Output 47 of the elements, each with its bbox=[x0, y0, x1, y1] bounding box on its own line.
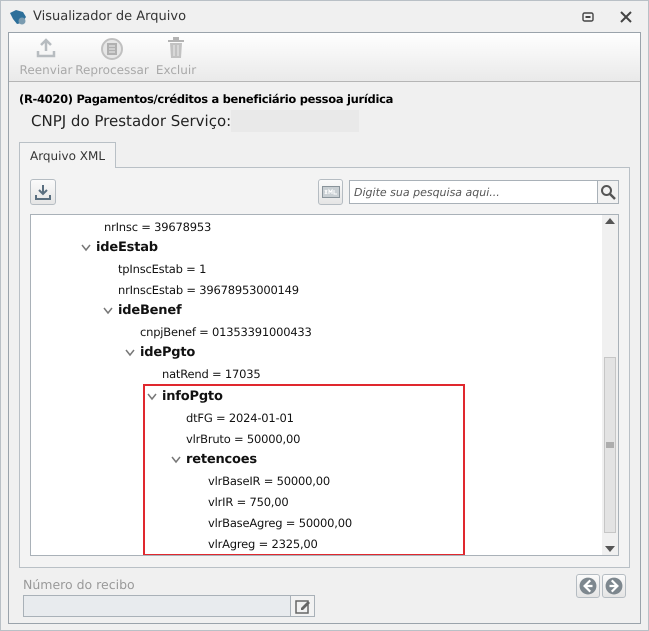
tree-leaf: vlrBaseAgreg = 50000,00 bbox=[208, 516, 352, 530]
tree-leaf: cnpjBenef = 01353391000433 bbox=[140, 324, 312, 338]
tree-leaf: tpInscEstab = 1 bbox=[118, 262, 206, 276]
receipt-label: Número do recibo bbox=[23, 577, 135, 592]
tree-node[interactable]: idePgto bbox=[140, 345, 196, 360]
app-logo-icon bbox=[9, 8, 27, 24]
tree-leaf: vlrIR = 750,00 bbox=[208, 494, 288, 508]
tree-leaf: dtFG = 2024-01-01 bbox=[186, 410, 294, 424]
caret-icon[interactable] bbox=[125, 348, 135, 356]
record-title: (R-4020) Pagamentos/créditos a beneficiário pessoa jurídica bbox=[19, 92, 394, 106]
receipt-field[interactable] bbox=[23, 595, 315, 617]
tree-leaf: nrInsc = 39678953 bbox=[104, 220, 212, 234]
window-title: Visualizador de Arquivo bbox=[33, 9, 188, 24]
upload-icon bbox=[36, 38, 56, 58]
trash-icon bbox=[166, 37, 186, 59]
search-icon[interactable] bbox=[597, 180, 619, 204]
tree-leaf: natRend = 17035 bbox=[162, 366, 261, 380]
scroll-thumb[interactable] bbox=[604, 357, 616, 533]
cnpj-label: CNPJ do Prestador Serviço: bbox=[31, 112, 232, 130]
previous-button[interactable] bbox=[576, 574, 600, 598]
download-icon bbox=[35, 184, 51, 200]
search-field[interactable]: Digite sua pesquisa aqui... bbox=[349, 180, 597, 204]
caret-icon[interactable] bbox=[81, 244, 91, 252]
caret-icon[interactable] bbox=[103, 306, 113, 314]
tree-node[interactable]: ideEstab bbox=[96, 240, 158, 255]
xml-icon bbox=[322, 186, 340, 198]
tree-leaf: nrInscEstab = 39678953000149 bbox=[118, 282, 299, 296]
tree-node[interactable]: retencoes bbox=[186, 452, 257, 467]
caret-icon[interactable] bbox=[147, 392, 157, 400]
tree-node[interactable]: infoPgto bbox=[162, 389, 223, 404]
xml-view-button[interactable] bbox=[318, 179, 343, 205]
next-button[interactable] bbox=[602, 574, 626, 598]
scroll-down-icon[interactable] bbox=[605, 546, 615, 552]
tree-leaf: vlrAgreg = 2325,00 bbox=[208, 536, 318, 550]
tab[interactable]: Arquivo XML bbox=[19, 142, 116, 168]
restore-icon[interactable] bbox=[582, 12, 594, 22]
tree-leaf: vlrBaseIR = 50000,00 bbox=[208, 474, 330, 488]
caret-icon[interactable] bbox=[171, 456, 181, 464]
close-icon[interactable] bbox=[620, 10, 632, 22]
tree-node[interactable]: ideBenef bbox=[118, 303, 182, 318]
scroll-up-icon[interactable] bbox=[605, 218, 615, 224]
edit-icon[interactable] bbox=[290, 596, 314, 616]
download-button[interactable] bbox=[30, 179, 56, 205]
calculator-icon bbox=[99, 36, 125, 60]
scrollbar[interactable] bbox=[602, 215, 618, 555]
tree-leaf: vlrBruto = 50000,00 bbox=[186, 432, 300, 446]
grip-icon bbox=[606, 442, 614, 448]
